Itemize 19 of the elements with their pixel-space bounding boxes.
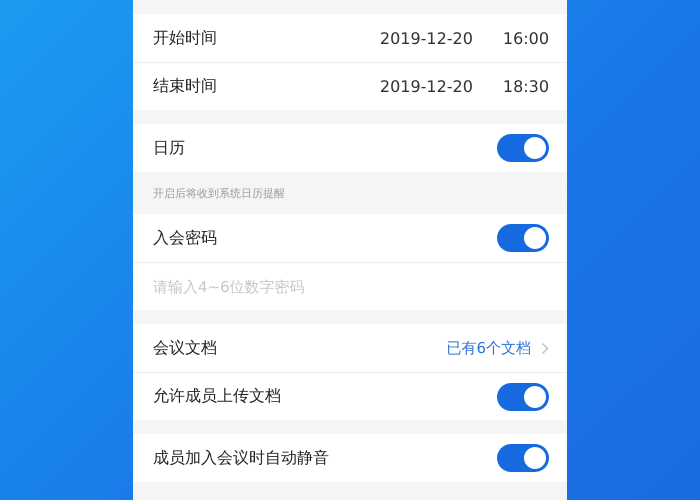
toggle-switch[interactable] (497, 382, 549, 410)
row-label: 允许成员上传文档 (153, 386, 282, 407)
toggle-switch[interactable] (497, 224, 549, 252)
password-field[interactable]: 请输入4~6位数字密码 (133, 262, 567, 310)
hint-text: 开启后将收到系统日历提醒 (153, 186, 285, 200)
row-label: 结束时间 (153, 76, 218, 97)
row-label: 开始时间 (153, 28, 218, 48)
documents-link[interactable]: 已有6个文档 (446, 338, 531, 358)
toggle-switch[interactable] (497, 134, 549, 162)
row-label: 入会密码 (153, 228, 218, 248)
row-label: 会议文档 (153, 338, 218, 358)
chevron-right-icon (541, 342, 549, 354)
row-label: 成员加入会议时自动静音 (153, 448, 330, 468)
date-value[interactable]: 2019-12-20 (380, 77, 473, 96)
toggle-switch[interactable] (497, 444, 549, 472)
time-value[interactable]: 16:00 (502, 28, 549, 48)
time-value[interactable]: 18:30 (502, 77, 549, 96)
date-value[interactable]: 2019-12-20 (380, 28, 473, 48)
row-label: 日历 (153, 138, 186, 158)
